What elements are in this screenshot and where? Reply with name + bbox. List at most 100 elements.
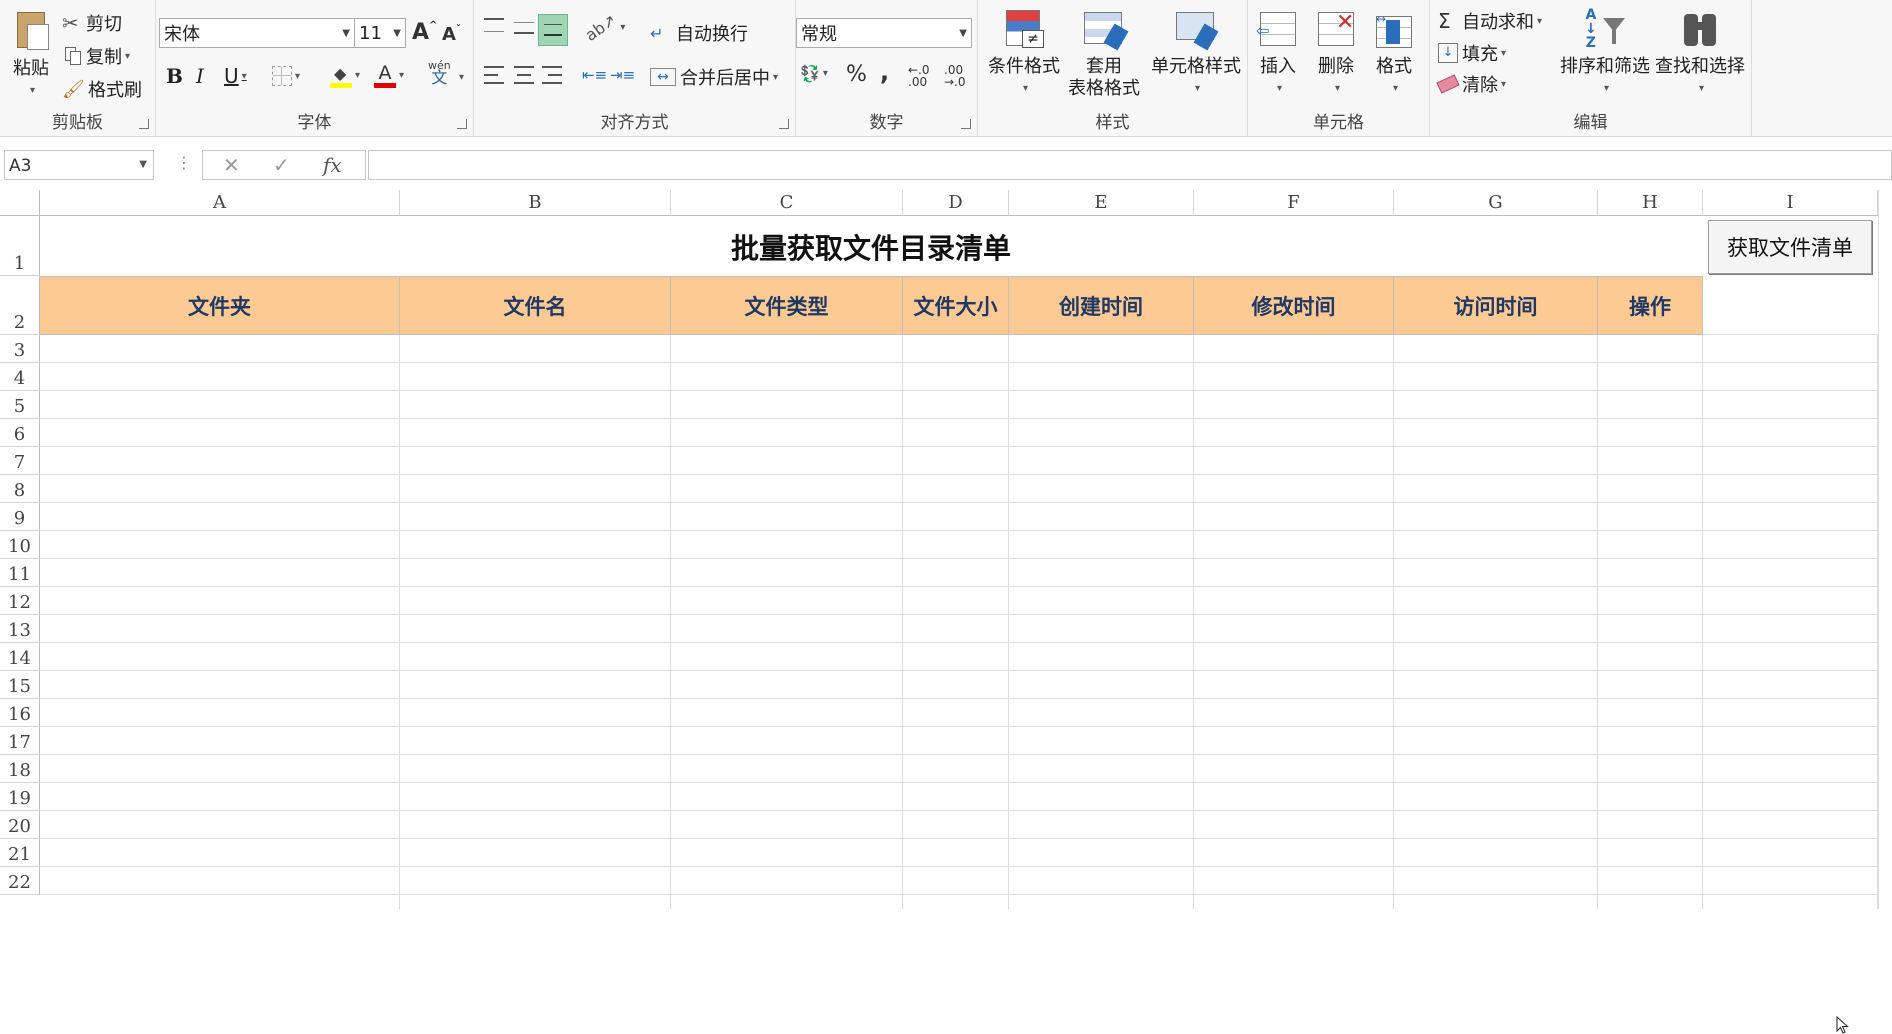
underline-button[interactable]: U ▾ bbox=[224, 64, 247, 88]
row-header[interactable]: 22 bbox=[0, 867, 40, 895]
shrink-font-button[interactable]: Aˇ bbox=[442, 24, 461, 45]
column-header[interactable]: I bbox=[1703, 190, 1878, 216]
bold-button[interactable]: B bbox=[166, 64, 183, 88]
insert-function-button[interactable]: fx bbox=[323, 153, 342, 177]
header-cell[interactable]: 文件大小 bbox=[903, 276, 1009, 335]
cell-styles-button[interactable]: 单元格样式 ▾ bbox=[1148, 8, 1244, 100]
row-header[interactable]: 4 bbox=[0, 363, 40, 391]
row-header[interactable]: 6 bbox=[0, 419, 40, 447]
check-icon[interactable]: ✓ bbox=[273, 153, 290, 177]
fill-button[interactable]: ↓ 填充 ▾ bbox=[1438, 40, 1506, 66]
align-right-button[interactable] bbox=[542, 66, 562, 84]
row-header[interactable]: 20 bbox=[0, 811, 40, 839]
row-header[interactable]: 13 bbox=[0, 615, 40, 643]
header-cell[interactable]: 创建时间 bbox=[1009, 276, 1194, 335]
format-painter-button[interactable]: 🖌 格式刷 bbox=[62, 76, 142, 102]
borders-button[interactable]: ▾ bbox=[272, 66, 300, 86]
cut-button[interactable]: ✂ 剪切 bbox=[62, 10, 122, 36]
sort-filter-button[interactable]: A ↓ Z 排序和筛选 ▾ bbox=[1560, 8, 1650, 100]
conditional-formatting-button[interactable]: ≠ 条件格式 ▾ bbox=[982, 8, 1066, 100]
row-header[interactable]: 18 bbox=[0, 755, 40, 783]
sheet-title[interactable]: 批量获取文件目录清单 bbox=[40, 218, 1702, 276]
font-name-select[interactable]: 宋体 ▼ bbox=[159, 18, 355, 48]
alignment-launcher-icon[interactable] bbox=[779, 119, 789, 129]
align-left-button[interactable] bbox=[484, 66, 504, 84]
row-header[interactable]: 1 bbox=[0, 216, 40, 276]
row-header[interactable]: 12 bbox=[0, 587, 40, 615]
header-cell[interactable]: 文件类型 bbox=[671, 276, 903, 335]
fill-color-button[interactable]: ◆ ▾ bbox=[330, 62, 360, 88]
accounting-format-button[interactable]: 💱 ▾ bbox=[800, 64, 828, 83]
cancel-icon[interactable]: ✕ bbox=[223, 153, 240, 177]
autosum-button[interactable]: Σ 自动求和 ▾ bbox=[1438, 8, 1542, 34]
header-cell[interactable]: 访问时间 bbox=[1394, 276, 1598, 335]
wrap-text-button[interactable]: ↵ 自动换行 bbox=[650, 20, 748, 46]
format-cells-button[interactable]: ↔ 格式 ▾ bbox=[1368, 8, 1420, 100]
font-size-select[interactable]: 11 ▼ bbox=[354, 18, 406, 48]
row-header[interactable]: 3 bbox=[0, 335, 40, 363]
font-launcher-icon[interactable] bbox=[457, 119, 467, 129]
row-header[interactable]: 7 bbox=[0, 447, 40, 475]
align-top-button[interactable] bbox=[484, 18, 504, 32]
row-header[interactable]: 11 bbox=[0, 559, 40, 587]
row-header[interactable]: 16 bbox=[0, 699, 40, 727]
row-header[interactable]: 2 bbox=[0, 276, 40, 335]
clipboard-launcher-icon[interactable] bbox=[139, 119, 149, 129]
header-cell[interactable]: 文件夹 bbox=[40, 276, 400, 335]
number-format-select[interactable]: 常规 ▼ bbox=[796, 18, 972, 48]
column-header[interactable]: F bbox=[1194, 190, 1394, 216]
percent-button[interactable]: % bbox=[846, 62, 867, 87]
format-as-table-button[interactable]: 套用 表格格式 bbox=[1060, 8, 1148, 100]
autosum-label: 自动求和 bbox=[1462, 12, 1534, 33]
increase-decimal-button[interactable]: ←.0 .00 bbox=[908, 64, 938, 88]
column-header[interactable]: D bbox=[903, 190, 1009, 216]
row-header[interactable]: 17 bbox=[0, 727, 40, 755]
column-header[interactable]: C bbox=[671, 190, 903, 216]
align-bottom-button[interactable] bbox=[538, 14, 568, 46]
row-header[interactable]: 8 bbox=[0, 475, 40, 503]
header-cell[interactable]: 操作 bbox=[1598, 276, 1703, 335]
copy-icon bbox=[62, 46, 86, 66]
header-cell[interactable]: 文件名 bbox=[400, 276, 671, 335]
column-header[interactable]: B bbox=[400, 190, 671, 216]
align-middle-button[interactable] bbox=[514, 22, 534, 34]
italic-button[interactable]: I bbox=[196, 64, 204, 88]
orientation-button[interactable]: ab↗ ▾ bbox=[582, 10, 626, 45]
name-box-value: A3 bbox=[9, 156, 32, 176]
header-cell[interactable]: 修改时间 bbox=[1194, 276, 1394, 335]
comma-button[interactable]: , bbox=[880, 58, 889, 86]
grow-font-button[interactable]: A ^ bbox=[412, 20, 437, 45]
decrease-indent-button[interactable]: ⇤≡ bbox=[582, 66, 607, 84]
column-header[interactable]: H bbox=[1598, 190, 1703, 216]
name-box[interactable]: A3 ▼ bbox=[4, 150, 154, 180]
formula-input[interactable] bbox=[368, 150, 1892, 180]
column-header[interactable]: A bbox=[40, 190, 400, 216]
font-color-button[interactable]: A ▾ bbox=[374, 62, 404, 88]
column-header[interactable]: G bbox=[1394, 190, 1598, 216]
row-header[interactable]: 10 bbox=[0, 531, 40, 559]
number-launcher-icon[interactable] bbox=[961, 119, 971, 129]
copy-button[interactable]: 复制 ▾ bbox=[62, 43, 130, 69]
chevron-down-icon[interactable]: ▼ bbox=[139, 159, 147, 170]
row-header[interactable]: 5 bbox=[0, 391, 40, 419]
paste-button[interactable]: 粘贴 ▾ bbox=[6, 10, 56, 102]
delete-cells-button[interactable]: ✕ 删除 ▾ bbox=[1310, 8, 1362, 100]
clear-button[interactable]: 清除 ▾ bbox=[1436, 71, 1506, 97]
select-all-corner[interactable] bbox=[0, 190, 40, 216]
more-options-icon[interactable]: ⋮ bbox=[176, 153, 192, 172]
row-header[interactable]: 15 bbox=[0, 671, 40, 699]
vertical-scrollbar[interactable] bbox=[1878, 190, 1892, 909]
insert-cells-button[interactable]: ⇦ 插入 ▾ bbox=[1252, 8, 1304, 100]
decrease-decimal-button[interactable]: .00 →.0 bbox=[944, 64, 974, 88]
increase-indent-button[interactable]: ⇥≡ bbox=[610, 66, 635, 84]
get-file-list-button[interactable]: 获取文件清单 bbox=[1708, 220, 1872, 274]
row-header[interactable]: 21 bbox=[0, 839, 40, 867]
row-header[interactable]: 14 bbox=[0, 643, 40, 671]
align-center-button[interactable] bbox=[514, 66, 534, 84]
row-header[interactable]: 9 bbox=[0, 503, 40, 531]
column-header[interactable]: E bbox=[1009, 190, 1194, 216]
merge-center-button[interactable]: ↔ 合并后居中 ▾ bbox=[650, 64, 778, 90]
phonetic-button[interactable]: wén 文 bbox=[428, 60, 451, 86]
row-header[interactable]: 19 bbox=[0, 783, 40, 811]
find-select-button[interactable]: 查找和选择 ▾ bbox=[1652, 8, 1748, 100]
